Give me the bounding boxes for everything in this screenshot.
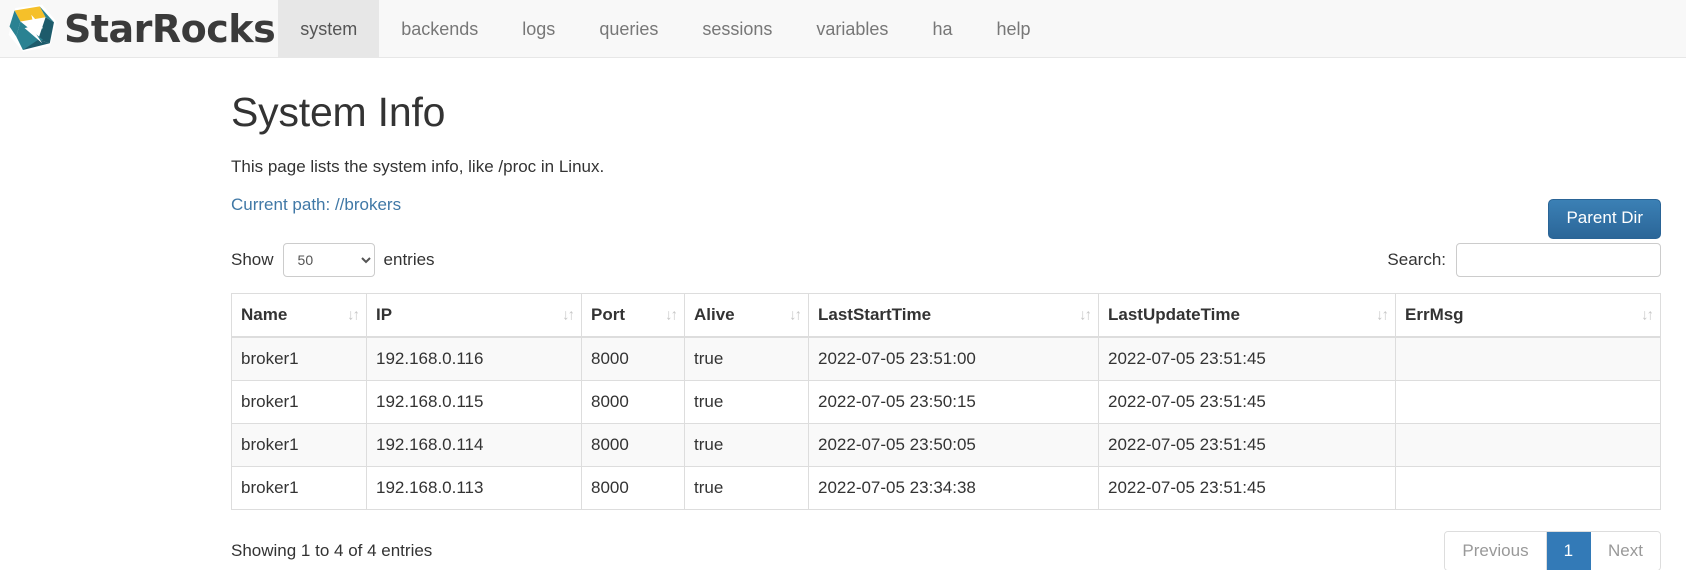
column-header-errmsg[interactable]: ErrMsg ↓↑ [1395,293,1661,339]
show-label: Show [231,250,274,270]
current-path-link[interactable]: Current path: //brokers [231,195,401,215]
cell-port: 8000 [581,423,685,468]
cell-ip: 192.168.0.114 [366,423,582,468]
cell-lastupdatetime: 2022-07-05 23:51:45 [1098,466,1396,511]
column-label: Port [591,305,625,325]
pagination: Previous 1 Next [1444,531,1661,570]
sort-icon: ↓↑ [1376,306,1389,324]
page-title: System Info [231,89,446,135]
nav-item-logs[interactable]: logs [500,0,577,58]
cell-laststarttime: 2022-07-05 23:50:05 [808,423,1099,468]
cell-errmsg [1395,466,1661,511]
column-label: IP [376,305,393,325]
search-input[interactable] [1456,243,1661,278]
cell-name: broker1 [231,380,367,425]
page-length-select[interactable]: 50 [282,243,375,278]
cell-alive: true [684,466,809,511]
pagination-page-1[interactable]: 1 [1546,532,1592,570]
nav-item-sessions[interactable]: sessions [680,0,794,58]
column-label: ErrMsg [1405,305,1464,325]
nav-item-ha[interactable]: ha [910,0,974,58]
cell-name: broker1 [231,337,367,382]
table-body: broker1 192.168.0.116 8000 true 2022-07-… [231,337,1661,511]
parent-dir-button[interactable]: Parent Dir [1548,199,1661,239]
page-description: This page lists the system info, like /p… [231,157,605,177]
table-row: broker1 192.168.0.115 8000 true 2022-07-… [231,380,1661,425]
sort-icon: ↓↑ [1079,306,1092,324]
nav-item-queries[interactable]: queries [577,0,680,58]
cell-ip: 192.168.0.116 [366,337,582,382]
cell-port: 8000 [581,380,685,425]
datatable-footer: Showing 1 to 4 of 4 entries Previous 1 N… [231,531,1661,570]
column-header-port[interactable]: Port ↓↑ [581,293,685,339]
table-info: Showing 1 to 4 of 4 entries [231,541,433,561]
brand-title: StarRocks [64,7,276,51]
cell-name: broker1 [231,423,367,468]
brand-logo-link[interactable]: StarRocks [0,0,276,58]
column-label: LastUpdateTime [1108,305,1240,325]
cell-laststarttime: 2022-07-05 23:50:15 [808,380,1099,425]
search-control: Search: [1387,243,1661,278]
pagination-next[interactable]: Next [1591,532,1660,570]
sort-icon: ↓↑ [562,306,575,324]
table-head: Name ↓↑ IP ↓↑ Port ↓↑ Alive ↓↑ LastStart… [231,293,1661,339]
system-info-table: Name ↓↑ IP ↓↑ Port ↓↑ Alive ↓↑ LastStart… [231,293,1661,511]
table-row: broker1 192.168.0.116 8000 true 2022-07-… [231,337,1661,382]
nav-item-variables[interactable]: variables [794,0,910,58]
table-row: broker1 192.168.0.114 8000 true 2022-07-… [231,423,1661,468]
page-length-control: Show 50 entries [231,243,435,278]
cell-laststarttime: 2022-07-05 23:34:38 [808,466,1099,511]
cell-errmsg [1395,423,1661,468]
cell-errmsg [1395,337,1661,382]
sort-icon: ↓↑ [347,306,360,324]
table-header-row: Name ↓↑ IP ↓↑ Port ↓↑ Alive ↓↑ LastStart… [231,293,1661,339]
cell-errmsg [1395,380,1661,425]
column-header-ip[interactable]: IP ↓↑ [366,293,582,339]
cell-ip: 192.168.0.115 [366,380,582,425]
sort-icon: ↓↑ [665,306,678,324]
column-label: Name [241,305,288,325]
cell-port: 8000 [581,337,685,382]
cell-laststarttime: 2022-07-05 23:51:00 [808,337,1099,382]
cell-lastupdatetime: 2022-07-05 23:51:45 [1098,423,1396,468]
cell-alive: true [684,337,809,382]
column-header-alive[interactable]: Alive ↓↑ [684,293,809,339]
cell-alive: true [684,380,809,425]
starrocks-hexagon-logo-icon [6,3,60,55]
main-nav: system backends logs queries sessions va… [278,0,1052,58]
column-header-name[interactable]: Name ↓↑ [231,293,367,339]
top-navbar: StarRocks system backends logs queries s… [0,0,1686,58]
column-header-laststarttime[interactable]: LastStartTime ↓↑ [808,293,1099,339]
pagination-previous[interactable]: Previous [1445,532,1547,570]
cell-alive: true [684,423,809,468]
nav-item-help[interactable]: help [974,0,1052,58]
cell-port: 8000 [581,466,685,511]
sort-icon: ↓↑ [789,306,802,324]
nav-item-system[interactable]: system [278,0,380,58]
cell-lastupdatetime: 2022-07-05 23:51:45 [1098,380,1396,425]
column-header-lastupdatetime[interactable]: LastUpdateTime ↓↑ [1098,293,1396,339]
datatable-controls: Show 50 entries Search: [231,243,1661,278]
table-row: broker1 192.168.0.113 8000 true 2022-07-… [231,466,1661,511]
entries-label: entries [383,250,435,270]
cell-name: broker1 [231,466,367,511]
cell-ip: 192.168.0.113 [366,466,582,511]
sort-icon: ↓↑ [1641,306,1654,324]
cell-lastupdatetime: 2022-07-05 23:51:45 [1098,337,1396,382]
column-label: LastStartTime [818,305,932,325]
nav-item-backends[interactable]: backends [379,0,500,58]
search-label: Search: [1387,250,1446,270]
column-label: Alive [694,305,735,325]
page-container: System Info This page lists the system i… [0,89,1686,570]
datatable-area: Show 50 entries Search: Name ↓↑ IP ↓↑ Po… [231,243,1686,570]
